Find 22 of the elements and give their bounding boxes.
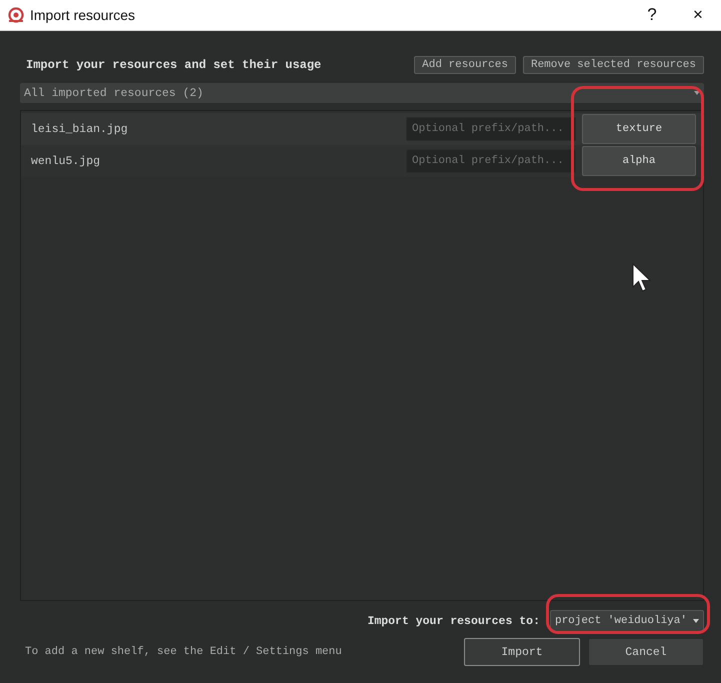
remove-button[interactable]: Remove selected resources <box>522 56 704 74</box>
destination-dropdown[interactable]: project 'weiduoliya' <box>550 610 704 632</box>
prefix-field[interactable]: Optional prefix/path... <box>406 117 576 141</box>
caret-icon <box>693 619 699 623</box>
import-button[interactable]: Import <box>464 638 580 666</box>
destination-label: Import your resources to: <box>367 614 540 628</box>
prefix-field[interactable]: Optional prefix/path... <box>406 149 576 173</box>
close-button[interactable]: × <box>675 0 721 30</box>
help-button[interactable]: ? <box>629 0 675 30</box>
file-name: wenlu5.jpg <box>31 154 102 168</box>
usage-button[interactable]: texture <box>582 114 696 144</box>
cursor-icon <box>632 263 652 293</box>
hint-text: To add a new shelf, see the Edit / Settings menu <box>24 646 343 658</box>
cancel-button[interactable]: Cancel <box>588 638 704 666</box>
window-title: Import resources <box>30 7 136 23</box>
heading: Import your resources and set their usage <box>25 58 322 72</box>
group-header[interactable]: All imported resources (2) <box>20 83 704 103</box>
file-name: leisi_bian.jpg <box>31 122 129 136</box>
usage-button[interactable]: alpha <box>582 146 696 176</box>
group-label: All imported resources (2) <box>24 86 204 100</box>
logo-icon <box>8 7 24 23</box>
add-button[interactable]: Add resources <box>414 56 516 74</box>
